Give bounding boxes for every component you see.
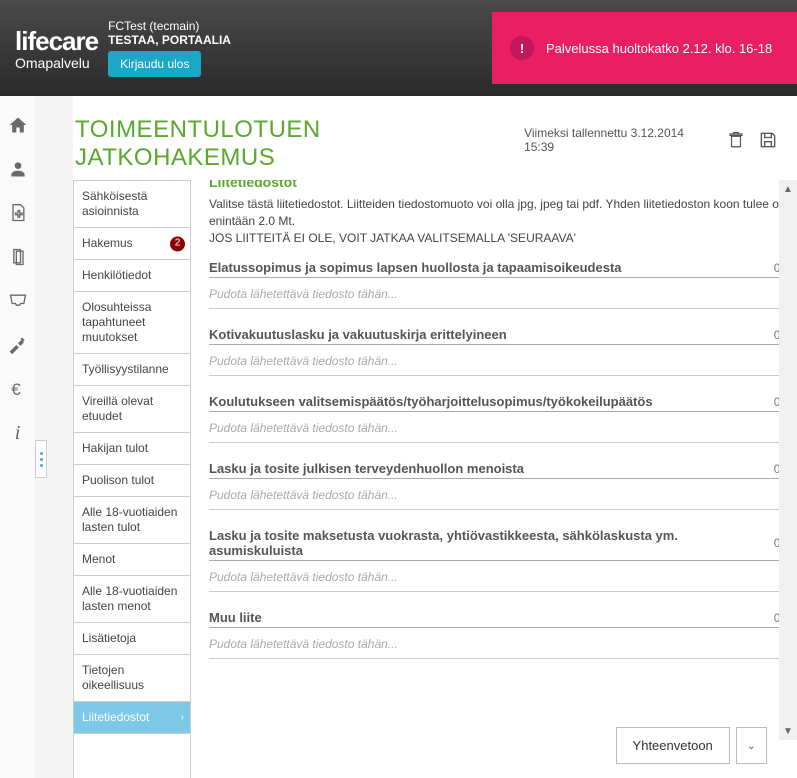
attach-label: Koulutukseen valitsemispäätös/työharjoit… <box>209 394 653 409</box>
next-button[interactable]: Yhteenvetoon <box>616 727 730 764</box>
user-info: FCTest (tecmain) TESTAA, PORTAALIA Kirja… <box>108 19 231 77</box>
form-nav: Sähköisestä asioinnista Hakemus2 Henkilö… <box>73 180 191 778</box>
attach-group: Lasku ja tosite julkisen terveydenhuollo… <box>209 461 791 510</box>
bottom-bar: Yhteenvetoon ⌄ <box>616 727 767 764</box>
attach-group: Muu liite0⌄ Pudota lähetettävä tiedosto … <box>209 610 791 659</box>
nav-item-oikeellisuus[interactable]: Tietojen oikeellisuus <box>74 655 190 702</box>
attach-dropzone[interactable]: Pudota lähetettävä tiedosto tähän...+ <box>209 412 791 443</box>
logo-sub: Omapalvelu <box>15 55 98 71</box>
svg-text:€: € <box>11 380 21 399</box>
info-icon[interactable]: i <box>7 422 29 444</box>
page-title: TOIMEENTULOTUEN JATKOHAKEMUS <box>75 116 524 172</box>
drop-placeholder: Pudota lähetettävä tiedosto tähän... <box>209 354 398 368</box>
attach-dropzone[interactable]: Pudota lähetettävä tiedosto tähän...+ <box>209 278 791 309</box>
nav-item-hakemus[interactable]: Hakemus2 <box>74 228 190 260</box>
drop-placeholder: Pudota lähetettävä tiedosto tähän... <box>209 421 398 435</box>
drop-placeholder: Pudota lähetettävä tiedosto tähän... <box>209 570 398 584</box>
drop-placeholder: Pudota lähetettävä tiedosto tähän... <box>209 287 398 301</box>
attach-group: Koulutukseen valitsemispäätös/työharjoit… <box>209 394 791 443</box>
logout-button[interactable]: Kirjaudu ulos <box>108 51 201 77</box>
gavel-icon[interactable] <box>7 334 29 356</box>
drop-placeholder: Pudota lähetettävä tiedosto tähän... <box>209 637 398 651</box>
nav-badge: 2 <box>170 236 185 251</box>
document-add-icon[interactable] <box>7 202 29 224</box>
scroll-down-icon[interactable]: ▼ <box>779 722 797 740</box>
save-icon[interactable] <box>757 128 779 152</box>
documents-icon[interactable] <box>7 246 29 268</box>
drop-placeholder: Pudota lähetettävä tiedosto tähän... <box>209 488 398 502</box>
home-icon[interactable] <box>7 114 29 136</box>
section-heading: Liitetiedostot <box>209 180 791 190</box>
attach-group: Elatussopimus ja sopimus lapsen huollost… <box>209 260 791 309</box>
person-icon[interactable] <box>7 158 29 180</box>
next-dropdown-button[interactable]: ⌄ <box>736 727 767 764</box>
form-panel: Liitetiedostot Valitse tästä liitetiedos… <box>191 180 797 778</box>
last-saved: Viimeksi tallennettu 3.12.2014 15:39 <box>524 126 715 154</box>
delete-icon[interactable] <box>725 128 747 152</box>
nav-item-lisatietoja[interactable]: Lisätietoja <box>74 623 190 655</box>
attach-dropzone[interactable]: Pudota lähetettävä tiedosto tähän...+ <box>209 479 791 510</box>
attach-dropzone[interactable]: Pudota lähetettävä tiedosto tähän...+ <box>209 561 791 592</box>
nav-item-hakijantulot[interactable]: Hakijan tulot <box>74 433 190 465</box>
inbox-icon[interactable] <box>7 290 29 312</box>
nav-item-liitetiedostot[interactable]: Liitetiedostot› <box>74 702 190 734</box>
attach-group: Lasku ja tosite maksetusta vuokrasta, yh… <box>209 528 791 592</box>
user-context: FCTest (tecmain) <box>108 19 231 33</box>
nav-item-henkilotiedot[interactable]: Henkilötiedot <box>74 260 190 292</box>
attach-group: Kotivakuutuslasku ja vakuutuskirja eritt… <box>209 327 791 376</box>
attach-label: Lasku ja tosite maksetusta vuokrasta, yh… <box>209 528 774 558</box>
logo-block: lifecare Omapalvelu <box>15 26 98 71</box>
attach-label: Muu liite <box>209 610 262 625</box>
alert-banner: ! Palvelussa huoltokatko 2.12. klo. 16-1… <box>492 12 797 84</box>
scrollbar[interactable]: ▲ ▼ <box>779 180 797 740</box>
app-header: lifecare Omapalvelu FCTest (tecmain) TES… <box>0 0 797 96</box>
nav-item-lastentulot[interactable]: Alle 18-vuotiaiden lasten tulot <box>74 497 190 544</box>
chevron-right-icon: › <box>181 711 184 724</box>
user-name: TESTAA, PORTAALIA <box>108 33 231 47</box>
title-row: TOIMEENTULOTUEN JATKOHAKEMUS Viimeksi ta… <box>73 116 797 180</box>
sidebar-drag-handle[interactable] <box>35 440 47 478</box>
attach-dropzone[interactable]: Pudota lähetettävä tiedosto tähän...+ <box>209 628 791 659</box>
nav-item-etuudet[interactable]: Vireillä olevat etuudet <box>74 386 190 433</box>
logo-main: lifecare <box>15 26 98 57</box>
euro-icon[interactable]: € <box>7 378 29 400</box>
nav-item-lastenmenot[interactable]: Alle 18-vuotiaiden lasten menot <box>74 576 190 623</box>
alert-text: Palvelussa huoltokatko 2.12. klo. 16-18 <box>546 41 772 56</box>
attach-label: Kotivakuutuslasku ja vakuutuskirja eritt… <box>209 327 507 342</box>
alert-icon: ! <box>510 36 534 60</box>
nav-item-menot[interactable]: Menot <box>74 544 190 576</box>
attach-label: Lasku ja tosite julkisen terveydenhuollo… <box>209 461 524 476</box>
nav-item-puolisontulot[interactable]: Puolison tulot <box>74 465 190 497</box>
nav-item-olosuhteet[interactable]: Olosuhteissa tapahtuneet muutokset <box>74 292 190 354</box>
attach-dropzone[interactable]: Pudota lähetettävä tiedosto tähän...+ <box>209 345 791 376</box>
nav-item-asiointi[interactable]: Sähköisestä asioinnista <box>74 181 190 228</box>
nav-item-tyollisyys[interactable]: Työllisyystilanne <box>74 354 190 386</box>
attach-label: Elatussopimus ja sopimus lapsen huollost… <box>209 260 622 275</box>
scroll-up-icon[interactable]: ▲ <box>779 180 797 198</box>
content-area: TOIMEENTULOTUEN JATKOHAKEMUS Viimeksi ta… <box>73 96 797 778</box>
icon-sidebar: € i <box>0 96 35 778</box>
section-intro: Valitse tästä liitetiedostot. Liitteiden… <box>209 196 791 246</box>
